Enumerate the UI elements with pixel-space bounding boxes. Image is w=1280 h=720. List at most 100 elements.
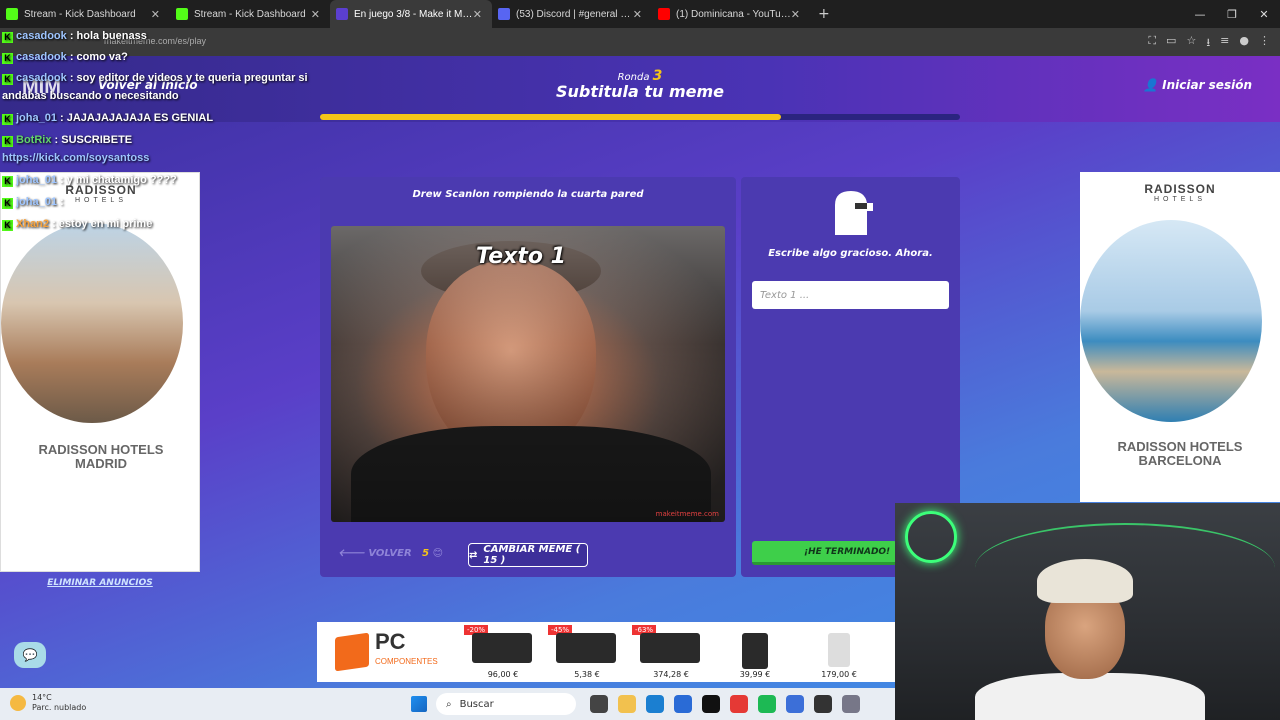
translate-icon[interactable]: ⛶ [1148, 34, 1156, 53]
kick-favicon-icon [6, 8, 18, 20]
ad-right-radisson-barcelona[interactable]: RADISSON HOTELS RADISSON HOTELS BARCELON… [1080, 172, 1280, 502]
close-window-icon[interactable]: ✕ [1248, 8, 1280, 21]
close-tab-icon[interactable]: ✕ [791, 8, 800, 21]
weather-temp: 14°C [32, 693, 52, 702]
edge-icon[interactable] [646, 695, 664, 713]
download-icon[interactable]: ⭳ [1206, 34, 1210, 53]
login-button[interactable]: 👤 Iniciar sesión [1143, 78, 1252, 92]
tab-label: Stream - Kick Dashboard [194, 8, 306, 20]
remove-ads-link[interactable]: ELIMINAR ANUNCIOS [0, 578, 200, 588]
change-meme-label: CAMBIAR MEME ( 15 ) [483, 544, 581, 566]
tab-youtube[interactable]: (1) Dominicana - YouTube ✕ [652, 0, 810, 28]
finish-button[interactable]: ¡HE TERMINADO! [752, 541, 897, 565]
chat-message: Kjoha_01 : JAJAJAJAJAJA ES GENIAL [2, 112, 213, 125]
product-image [640, 633, 700, 663]
tab-discord[interactable]: (53) Discord | #general | So ✕ [492, 0, 652, 28]
minimize-icon[interactable]: — [1184, 8, 1216, 21]
address-bar: makeitmeme.com/es/play ⛶ ▭ ☆ ⭳ ≡ ● ⋮ [0, 28, 1280, 56]
banner-product[interactable]: -45% 5,38 € [546, 623, 628, 681]
queue-icon[interactable]: ≡ [1220, 34, 1229, 53]
kick-badge-icon: K [2, 114, 13, 125]
taskbar-search[interactable]: ⌕ Buscar [436, 693, 576, 715]
back-label: VOLVER [368, 548, 412, 559]
caption-input[interactable] [752, 281, 949, 309]
tab-label: (53) Discord | #general | So [516, 8, 633, 20]
chat-link[interactable]: https://kick.com/soysantoss [2, 152, 149, 164]
finish-label: ¡HE TERMINADO! [804, 546, 891, 557]
pc-componentes-logo: PC COMPONENTES [317, 622, 462, 682]
notepad-icon[interactable] [786, 695, 804, 713]
cast-icon[interactable]: ▭ [1166, 34, 1176, 53]
chat-message: Kcasadook : hola buenass [2, 30, 147, 43]
star-icon[interactable]: ☆ [1186, 34, 1196, 53]
kick-badge-icon: K [2, 74, 13, 85]
tab-kick-dashboard-2[interactable]: Stream - Kick Dashboard ✕ [170, 0, 330, 28]
change-meme-button[interactable]: ⇄ CAMBIAR MEME ( 15 ) [468, 543, 588, 567]
banner-product[interactable]: -63% 374,28 € [630, 623, 712, 681]
round-progress-bar [320, 114, 960, 120]
chat-message: Kjoha_01 : [2, 196, 64, 209]
ad-left-radisson-madrid[interactable]: RADISSON HOTELS RADISSON HOTELS MADRID [0, 172, 200, 572]
chat-user: Xhan2 [16, 218, 50, 230]
chat-user: casadook [16, 30, 67, 42]
chat-text: : estoy en mi prime [52, 218, 153, 230]
spotify-icon[interactable] [758, 695, 776, 713]
close-tab-icon[interactable]: ✕ [633, 8, 642, 21]
file-explorer-icon[interactable] [618, 695, 636, 713]
close-tab-icon[interactable]: ✕ [473, 8, 482, 21]
weather-widget[interactable]: 14°C Parc. nublado [10, 693, 86, 713]
product-image [828, 633, 850, 667]
banner-product[interactable]: 179,00 € [798, 623, 880, 681]
search-icon: ⌕ [446, 698, 452, 710]
arrow-left-icon: 🡐 [338, 548, 365, 559]
taskbar-apps [590, 695, 860, 713]
meme-title: Drew Scanlon rompiendo la cuarta pared [412, 189, 644, 200]
ad-brand: RADISSON [1144, 182, 1216, 196]
yahoo-icon[interactable] [702, 695, 720, 713]
task-view-icon[interactable] [590, 695, 608, 713]
close-tab-icon[interactable]: ✕ [311, 8, 320, 21]
address-bar-actions: ⛶ ▭ ☆ ⭳ ≡ ● ⋮ [1148, 34, 1270, 53]
chrome-icon[interactable] [730, 695, 748, 713]
streamer-body [975, 673, 1205, 720]
pc-componentes-banner[interactable]: PC COMPONENTES -20% 96,00 € -45% 5,38 € … [317, 622, 895, 682]
chat-text: : [60, 196, 64, 208]
weather-text: 14°C Parc. nublado [32, 693, 86, 713]
chat-user: joha_01 [16, 196, 57, 208]
store-icon[interactable] [674, 695, 692, 713]
chat-text: : JAJAJAJAJAJA ES GENIAL [60, 112, 214, 124]
obs-icon[interactable] [814, 695, 832, 713]
menu-icon[interactable]: ⋮ [1259, 34, 1270, 53]
chat-user: casadook [16, 51, 67, 63]
ad-title-line2: BARCELONA [1138, 453, 1222, 468]
tab-make-it-meme[interactable]: En juego 3/8 - Make it Meme ✕ [330, 0, 492, 28]
meme-caption-text: Texto 1 [476, 244, 566, 269]
tab-label: (1) Dominicana - YouTube [676, 8, 791, 20]
chat-bubble-icon[interactable]: 💬 [14, 642, 46, 668]
close-tab-icon[interactable]: ✕ [151, 8, 160, 21]
chat-text: : como va? [69, 51, 128, 63]
tab-label: Stream - Kick Dashboard [24, 8, 136, 20]
new-tab-icon[interactable]: + [818, 6, 830, 22]
mascot-icon [835, 191, 873, 235]
kick-badge-icon: K [2, 136, 13, 147]
kick-favicon-icon [176, 8, 188, 20]
product-image [742, 633, 768, 669]
banner-product[interactable]: -20% 96,00 € [462, 623, 544, 681]
ad-brand-logo: RADISSON HOTELS [1080, 182, 1280, 203]
chat-message: Kcasadook : soy editor de videos y te qu… [2, 72, 308, 85]
product-price: 39,99 € [739, 670, 771, 679]
product-image [556, 633, 616, 663]
back-button[interactable]: 🡐 VOLVER 5 😊 [338, 547, 443, 559]
chat-user: casadook [16, 72, 67, 84]
search-label: Buscar [459, 698, 494, 710]
banner-product[interactable]: 39,99 € [714, 623, 796, 681]
tab-label: En juego 3/8 - Make it Meme [354, 8, 473, 20]
profile-avatar[interactable]: ● [1239, 34, 1249, 53]
chat-text: : y mi chatamigo ???? [60, 174, 177, 186]
streamer-cap [1037, 559, 1133, 603]
tab-kick-dashboard-1[interactable]: Stream - Kick Dashboard ✕ [0, 0, 170, 28]
maximize-icon[interactable]: ❐ [1216, 8, 1248, 21]
settings-icon[interactable] [842, 695, 860, 713]
windows-start-icon[interactable] [411, 696, 427, 712]
